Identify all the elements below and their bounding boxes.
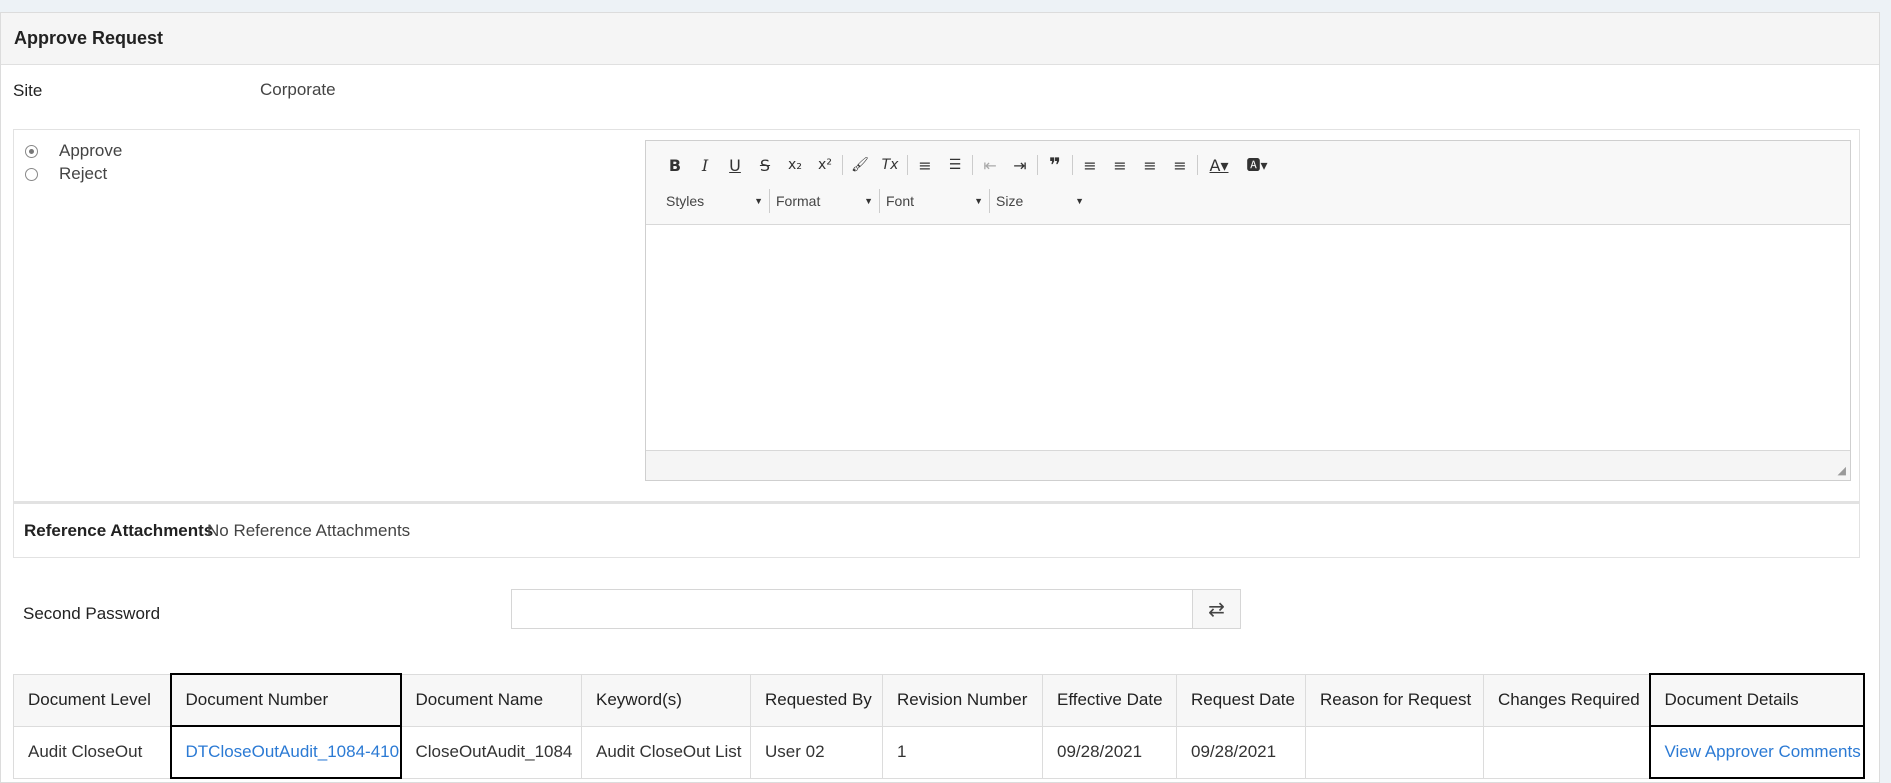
column-header: Changes Required (1483, 673, 1650, 727)
toolbar-separator (1037, 155, 1038, 175)
strikethrough-button[interactable]: S (750, 153, 780, 177)
requested-by-cell: User 02 (750, 725, 883, 779)
second-password-label: Second Password (23, 604, 161, 623)
chevron-down-icon: ▼ (1075, 196, 1084, 206)
font-dropdown-label: Font (886, 193, 915, 209)
table-header-row: Document Level Document Number Document … (13, 673, 1865, 727)
editor-toolbar: B I U S x₂ x² 🖌 Tx ≡ ☰ ⇤ ⇥ ❞ ≡ ≡ ≡ ≡ A▾ … (646, 141, 1850, 225)
reference-attachments-section: Reference Attachments No Reference Attac… (13, 502, 1860, 558)
resize-handle-icon[interactable]: ◢ (1838, 464, 1846, 477)
align-center-button[interactable]: ≡ (1105, 153, 1135, 177)
subscript-button[interactable]: x₂ (780, 153, 810, 177)
document-number-link[interactable]: DTCloseOutAudit_1084-410 (186, 742, 399, 761)
reject-radio-option[interactable]: Reject (25, 164, 107, 184)
column-header: Document Level (13, 673, 171, 727)
justify-button[interactable]: ≡ (1165, 153, 1195, 177)
bold-button[interactable]: B (660, 153, 690, 177)
keywords-cell: Audit CloseOut List (581, 725, 751, 779)
changes-required-cell (1483, 725, 1650, 779)
comment-editor: B I U S x₂ x² 🖌 Tx ≡ ☰ ⇤ ⇥ ❞ ≡ ≡ ≡ ≡ A▾ … (645, 140, 1851, 481)
document-level-cell: Audit CloseOut (13, 725, 171, 779)
column-header: Keyword(s) (581, 673, 751, 727)
editor-footer: ◢ (646, 450, 1850, 480)
italic-button[interactable]: I (690, 153, 720, 177)
format-dropdown-label: Format (776, 193, 821, 209)
swap-arrows-icon: ⇄ (1208, 597, 1225, 621)
approval-section: Approve Reject B I U S x₂ x² 🖌 Tx ≡ ☰ ⇤ … (13, 129, 1860, 502)
decrease-indent-button[interactable]: ⇤ (975, 153, 1005, 177)
blockquote-button[interactable]: ❞ (1040, 153, 1070, 177)
styles-dropdown-label: Styles (666, 193, 705, 209)
editor-content-area[interactable] (646, 226, 1850, 450)
toolbar-separator (1197, 155, 1198, 175)
site-value: Corporate (260, 80, 336, 99)
reason-for-request-cell (1305, 725, 1484, 779)
reject-radio[interactable] (25, 167, 38, 181)
site-label: Site (13, 81, 43, 100)
panel-header: Approve Request (1, 13, 1879, 65)
approve-label: Approve (59, 141, 123, 160)
approve-radio[interactable] (25, 144, 38, 158)
reference-attachments-label: Reference Attachments (24, 521, 214, 540)
superscript-button[interactable]: x² (810, 153, 840, 177)
background-color-button[interactable]: 🅰▾ (1238, 153, 1276, 177)
request-date-cell: 09/28/2021 (1176, 725, 1306, 779)
text-color-button[interactable]: A▾ (1200, 153, 1238, 177)
copy-formatting-button[interactable]: 🖌 (845, 153, 875, 177)
size-dropdown-label: Size (996, 193, 1024, 209)
column-header: Requested By (750, 673, 883, 727)
revision-number-cell: 1 (882, 725, 1043, 779)
column-header: Document Details (1648, 673, 1865, 727)
styles-dropdown[interactable]: Styles ▼ (660, 189, 770, 213)
reference-attachments-value: No Reference Attachments (207, 521, 411, 540)
bulleted-list-button[interactable]: ☰ (940, 153, 970, 177)
document-details-cell: View Approver Comments (1648, 725, 1865, 779)
increase-indent-button[interactable]: ⇥ (1005, 153, 1035, 177)
approve-radio-option[interactable]: Approve (25, 141, 122, 161)
toolbar-separator (842, 155, 843, 175)
align-right-button[interactable]: ≡ (1135, 153, 1165, 177)
column-header: Request Date (1176, 673, 1306, 727)
document-number-cell: DTCloseOutAudit_1084-410 (169, 725, 402, 779)
toolbar-separator (972, 155, 973, 175)
chevron-down-icon: ▼ (864, 196, 873, 206)
column-header: Effective Date (1042, 673, 1177, 727)
remove-format-button[interactable]: Tx (875, 153, 905, 177)
view-approver-comments-link[interactable]: View Approver Comments (1665, 742, 1861, 761)
effective-date-cell: 09/28/2021 (1042, 725, 1177, 779)
column-header: Reason for Request (1305, 673, 1484, 727)
table-row: Audit CloseOut DTCloseOutAudit_1084-410 … (13, 725, 1865, 779)
page-title: Approve Request (14, 28, 164, 48)
numbered-list-button[interactable]: ≡ (910, 153, 940, 177)
toolbar-separator (907, 155, 908, 175)
document-name-cell: CloseOutAudit_1084 (400, 725, 582, 779)
swap-button[interactable]: ⇄ (1192, 589, 1241, 629)
size-dropdown[interactable]: Size ▼ (990, 189, 1090, 213)
format-dropdown[interactable]: Format ▼ (770, 189, 880, 213)
toolbar-separator (1072, 155, 1073, 175)
font-dropdown[interactable]: Font ▼ (880, 189, 990, 213)
column-header: Document Name (400, 673, 582, 727)
reject-label: Reject (59, 164, 108, 183)
document-table: Document Level Document Number Document … (13, 673, 1865, 779)
second-password-input[interactable] (511, 589, 1192, 629)
chevron-down-icon: ▼ (754, 196, 763, 206)
underline-button[interactable]: U (720, 153, 750, 177)
align-left-button[interactable]: ≡ (1075, 153, 1105, 177)
column-header: Document Number (169, 673, 402, 727)
column-header: Revision Number (882, 673, 1043, 727)
chevron-down-icon: ▼ (974, 196, 983, 206)
